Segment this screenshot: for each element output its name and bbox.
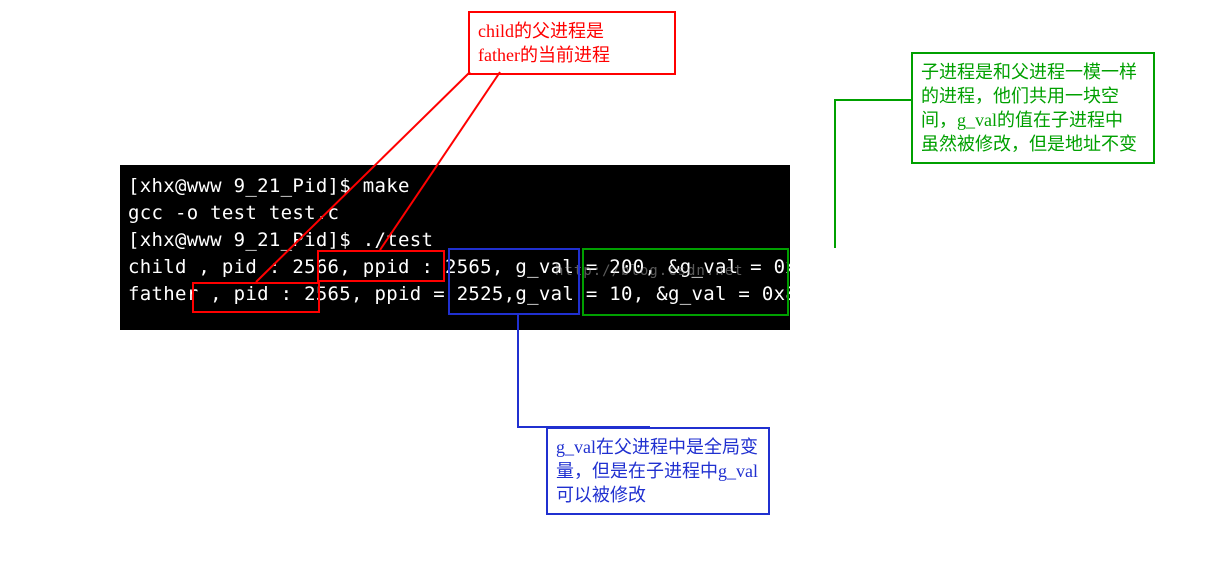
highlight-pid-father: [192, 282, 320, 313]
annotation-green: 子进程是和父进程一模一样 的进程，他们共用一块空 间，g_val的值在子进程中 …: [911, 52, 1155, 164]
highlight-gval: [448, 248, 580, 315]
highlight-ppid-child: [317, 250, 445, 282]
annotation-red-line2: father的当前进程: [478, 43, 666, 67]
highlight-gval-addr: [582, 248, 789, 316]
annotation-blue: g_val在父进程中是全局变 量，但是在子进程中g_val 可以被修改: [546, 427, 770, 515]
annotation-red: child的父进程是 father的当前进程: [468, 11, 676, 75]
annotation-blue-line3: 可以被修改: [556, 483, 760, 507]
annotation-green-line2: 的进程，他们共用一块空: [921, 84, 1145, 108]
annotation-green-line3: 间，g_val的值在子进程中: [921, 108, 1145, 132]
annotation-blue-line1: g_val在父进程中是全局变: [556, 435, 760, 459]
annotation-green-line4: 虽然被修改，但是地址不变: [921, 132, 1145, 156]
annotation-red-line1: child的父进程是: [478, 19, 666, 43]
annotation-blue-line2: 量，但是在子进程中g_val: [556, 459, 760, 483]
annotation-green-line1: 子进程是和父进程一模一样: [921, 60, 1145, 84]
